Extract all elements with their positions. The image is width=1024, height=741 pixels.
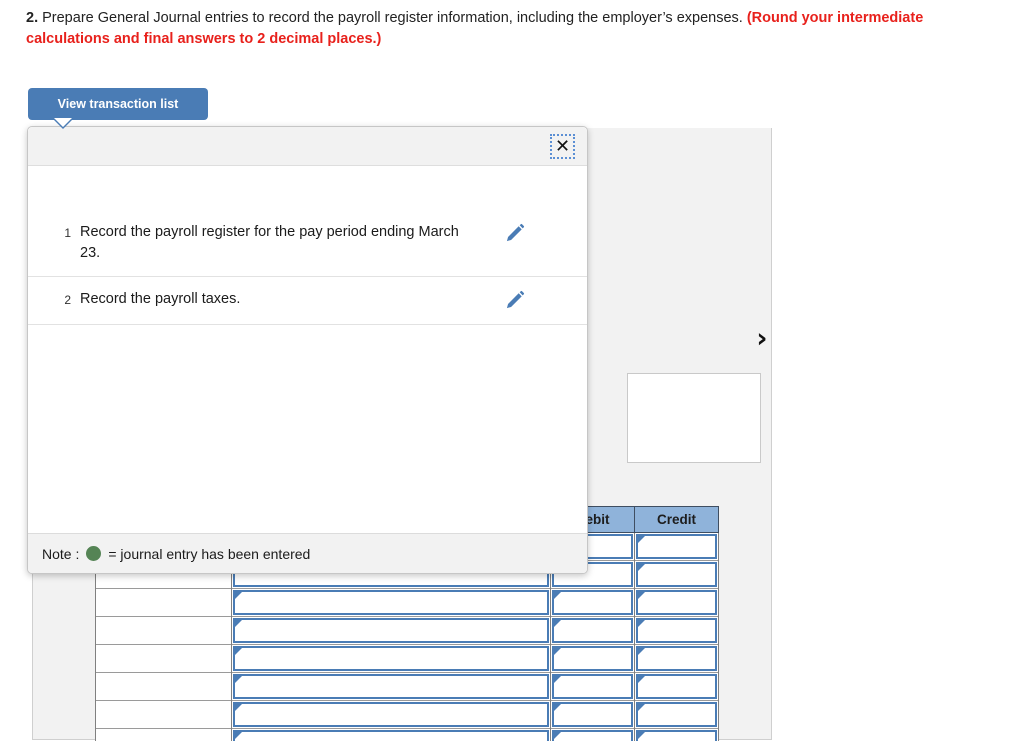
credit-input[interactable] [636,534,717,559]
edit-transaction-button[interactable] [500,222,546,244]
transaction-list-modal: ✕ 1 Record the payroll register for the p… [27,126,588,574]
cell-credit[interactable] [634,616,719,645]
cell-date[interactable] [95,588,232,617]
date-input[interactable] [96,617,231,644]
debit-input[interactable] [552,618,634,643]
question-text: Prepare General Journal entries to recor… [38,10,747,26]
credit-input[interactable] [636,562,717,587]
debit-input[interactable] [552,590,634,615]
table-row [95,644,719,673]
cell-account[interactable] [230,700,552,729]
cell-credit[interactable] [634,728,719,741]
cell-credit[interactable] [634,672,719,701]
cell-debit[interactable] [550,588,636,617]
cell-credit[interactable] [634,532,719,561]
question-number: 2. [26,10,39,26]
table-row [95,700,719,729]
question-prompt: 2. Prepare General Journal entries to re… [26,8,1006,50]
modal-header: ✕ [28,127,587,166]
account-input[interactable] [232,730,550,741]
cell-date[interactable] [95,644,232,673]
account-input[interactable] [232,618,550,643]
cell-debit[interactable] [550,700,636,729]
debit-input[interactable] [552,646,634,671]
date-input[interactable] [96,673,231,700]
chevron-right-icon[interactable]: › [751,325,773,354]
column-header-credit: Credit [634,506,719,533]
tab-pointer-notch-inner [54,118,72,127]
date-input[interactable] [96,701,231,728]
account-input[interactable] [232,674,550,699]
table-row [95,616,719,645]
credit-input[interactable] [636,674,717,699]
cell-date[interactable] [95,616,232,645]
table-row [95,588,719,617]
view-transaction-list-button[interactable]: View transaction list [28,88,208,120]
debit-input[interactable] [552,674,634,699]
debit-input[interactable] [552,702,634,727]
edit-transaction-button[interactable] [500,289,546,311]
cell-credit[interactable] [634,700,719,729]
close-icon[interactable]: ✕ [550,134,575,159]
cell-account[interactable] [230,644,552,673]
cell-account[interactable] [230,588,552,617]
cell-credit[interactable] [634,644,719,673]
account-input[interactable] [232,702,550,727]
pencil-icon[interactable] [504,289,526,311]
cell-debit[interactable] [550,644,636,673]
note-prefix-label: Note : [42,545,80,562]
cell-date[interactable] [95,672,232,701]
cell-debit[interactable] [550,672,636,701]
transaction-number: 1 [64,226,71,240]
date-input[interactable] [96,589,231,616]
credit-input[interactable] [636,618,717,643]
page-root: 2. Prepare General Journal entries to re… [0,0,1024,741]
table-row [95,728,719,741]
cell-credit[interactable] [634,560,719,589]
transaction-list-item[interactable]: 1 Record the payroll register for the pay… [28,166,587,277]
credit-input[interactable] [636,702,717,727]
date-input[interactable] [96,729,231,741]
transaction-number: 2 [64,293,71,307]
cell-credit[interactable] [634,588,719,617]
transaction-list-item[interactable]: 2 Record the payroll taxes. [28,277,587,325]
cell-debit[interactable] [550,616,636,645]
credit-input[interactable] [636,730,717,741]
modal-note: Note : = journal entry has been entered [28,533,587,573]
cell-account[interactable] [230,672,552,701]
account-input[interactable] [232,590,550,615]
cell-debit[interactable] [550,728,636,741]
cell-account[interactable] [230,728,552,741]
cell-account[interactable] [230,616,552,645]
memo-box[interactable] [627,373,761,463]
transaction-description: Record the payroll register for the pay … [80,224,459,261]
cell-date[interactable] [95,728,232,741]
note-suffix-label: = journal entry has been entered [108,545,311,562]
debit-input[interactable] [552,730,634,741]
credit-input[interactable] [636,646,717,671]
transaction-description: Record the payroll taxes. [80,291,241,307]
table-row [95,672,719,701]
cell-date[interactable] [95,700,232,729]
green-dot-icon [86,546,102,561]
date-input[interactable] [96,645,231,672]
pencil-icon[interactable] [504,222,526,244]
account-input[interactable] [232,646,550,671]
credit-input[interactable] [636,590,717,615]
transaction-list: 1 Record the payroll register for the pay… [28,166,587,534]
